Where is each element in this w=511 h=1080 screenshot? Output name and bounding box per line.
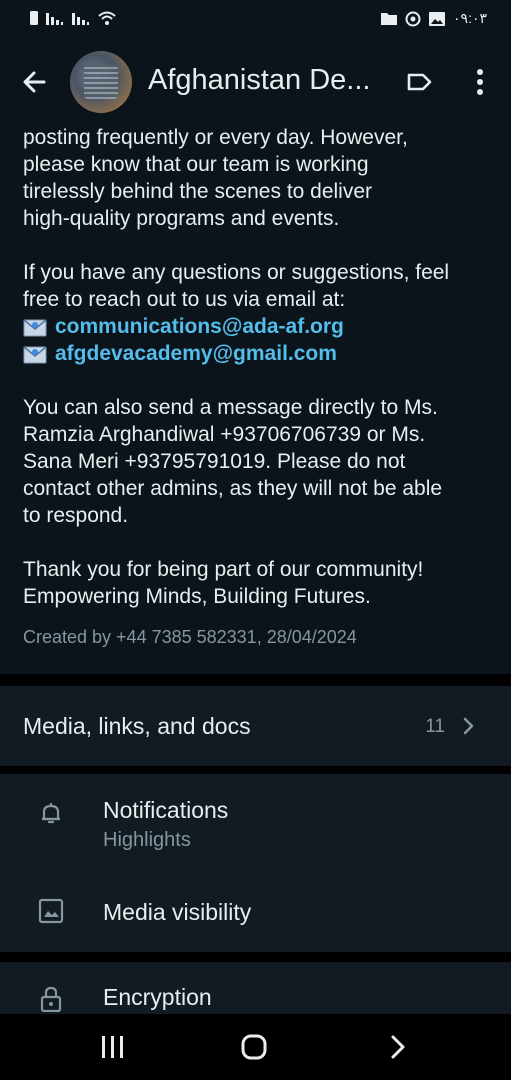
created-by-text: Created by +44 7385 582331, 28/04/2024 (23, 627, 357, 647)
notifications-row[interactable]: Notifications Highlights (0, 774, 511, 866)
desc-line: You can also send a message directly to … (23, 396, 438, 419)
desc-line: Ramzia Arghandiwal +93706706739 or Ms. (23, 423, 426, 446)
image-icon (429, 11, 446, 26)
wifi-icon (98, 11, 116, 25)
folder-icon (381, 13, 398, 25)
group-avatar[interactable] (70, 51, 132, 113)
email-row: afgdevacademy@gmail.com (23, 340, 491, 367)
envelope-icon (23, 345, 47, 363)
desc-line: Empowering Minds, Building Futures. (23, 585, 371, 608)
signal-icon (46, 13, 63, 25)
label-icon[interactable] (404, 67, 434, 97)
email-link[interactable]: afgdevacademy@gmail.com (55, 340, 337, 367)
media-visibility-row[interactable]: Media visibility (0, 874, 511, 952)
desc-line: Thank you for being part of our communit… (23, 558, 424, 581)
encryption-row[interactable]: Encryption (0, 962, 511, 1022)
media-links-docs-row[interactable]: Media, links, and docs 11 (0, 686, 511, 766)
desc-line: contact other admins, as they will not b… (23, 477, 443, 500)
desc-line: high-quality programs and events. (23, 207, 340, 230)
back-icon[interactable] (386, 1033, 410, 1061)
email-row: communications@ada-af.org (23, 313, 491, 340)
settings-section: Notifications Highlights Media visibilit… (0, 774, 511, 952)
image-icon (38, 898, 64, 924)
desc-line: tirelessly behind the scenes to deliver (23, 180, 373, 203)
status-left-icons (30, 11, 116, 25)
desc-line: If you have any questions or suggestions… (23, 261, 450, 284)
sim-icon (30, 11, 38, 25)
home-icon[interactable] (240, 1033, 268, 1061)
section-divider (0, 952, 511, 962)
system-nav-bar (0, 1014, 511, 1080)
status-bar: ٠٩:٠٣ (0, 0, 511, 40)
desc-line: posting frequently or every day. However… (23, 126, 408, 149)
notifications-label: Notifications (103, 797, 229, 823)
desc-line: please know that our team is working (23, 153, 369, 176)
whatsapp-icon (405, 11, 421, 26)
envelope-icon (23, 318, 47, 336)
desc-line: Sana Meri +93795791019. Please do not (23, 450, 406, 473)
encryption-label: Encryption (103, 984, 212, 1010)
email-link[interactable]: communications@ada-af.org (55, 313, 344, 340)
more-vert-icon[interactable] (466, 66, 494, 98)
desc-line: to respond. (23, 504, 129, 527)
signal-icon (72, 13, 89, 25)
notifications-value: Highlights (103, 829, 191, 851)
media-links-docs-label: Media, links, and docs (23, 713, 251, 739)
avatar-image (84, 65, 118, 99)
status-time: ٠٩:٠٣ (453, 10, 487, 26)
status-right-icons: ٠٩:٠٣ (381, 10, 487, 27)
recents-icon[interactable] (100, 1034, 126, 1060)
media-count: 11 (425, 716, 445, 737)
section-divider (0, 674, 511, 686)
group-description: posting frequently or every day. However… (23, 124, 491, 610)
arrow-left-icon[interactable] (18, 65, 52, 99)
chevron-right-icon (463, 717, 474, 735)
group-title[interactable]: Afghanistan De... (148, 64, 370, 97)
section-divider (0, 766, 511, 774)
bell-icon (42, 803, 60, 824)
lock-icon (40, 986, 62, 1012)
app-bar: Afghanistan De... (0, 40, 511, 124)
desc-line: free to reach out to us via email at: (23, 288, 346, 311)
media-visibility-label: Media visibility (103, 899, 252, 925)
